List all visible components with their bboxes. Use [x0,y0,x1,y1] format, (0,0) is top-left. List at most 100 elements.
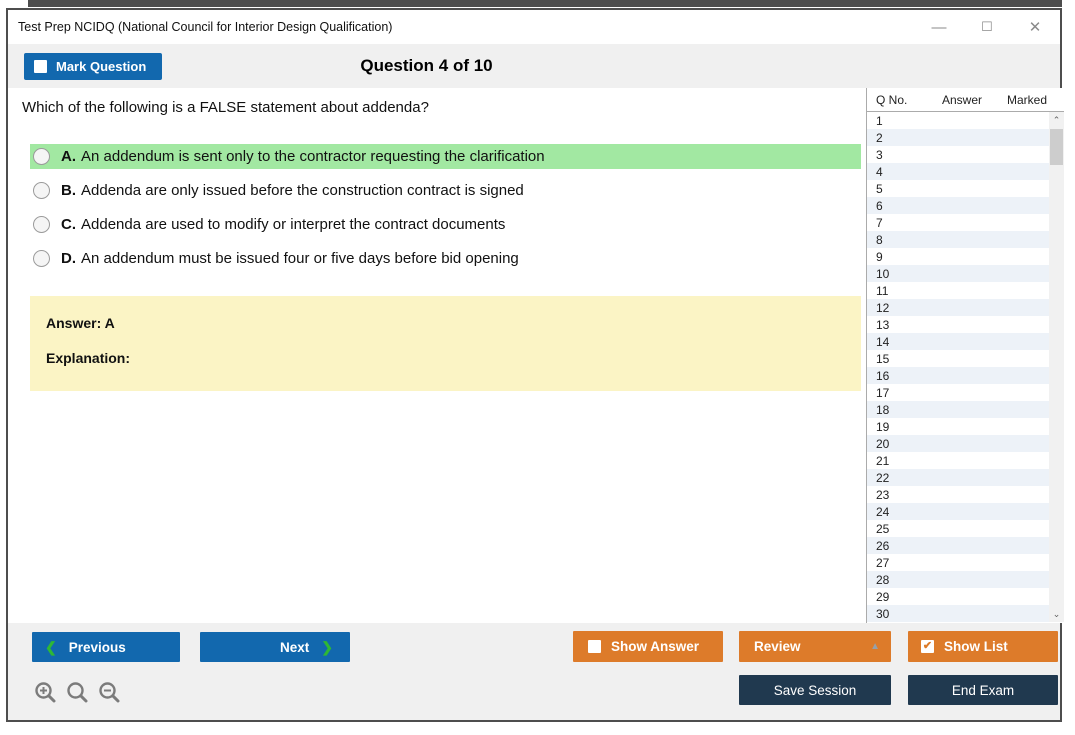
option-row-c[interactable]: C. Addenda are used to modify or interpre… [30,212,861,237]
option-letter: A. [61,148,76,165]
question-list-row[interactable]: 9 [867,248,1049,265]
question-list-row[interactable]: 17 [867,384,1049,401]
scroll-down-icon[interactable]: ⌄ [1049,606,1064,622]
question-list-row[interactable]: 25 [867,520,1049,537]
previous-button[interactable]: ❮ Previous [32,632,180,662]
close-icon[interactable]: ✕ [1024,16,1046,38]
save-session-label: Save Session [773,682,857,698]
question-list-row[interactable]: 16 [867,367,1049,384]
question-list-row[interactable]: 13 [867,316,1049,333]
row-q-number: 16 [876,368,890,383]
scroll-up-icon[interactable]: ⌃ [1049,112,1064,128]
question-pane: Which of the following is a FALSE statem… [8,88,866,623]
row-q-number: 19 [876,419,890,434]
question-list-row[interactable]: 14 [867,333,1049,350]
title-bar: Test Prep NCIDQ (National Council for In… [8,10,1060,44]
row-q-number: 25 [876,521,890,536]
question-text: Which of the following is a FALSE statem… [22,99,429,116]
question-list-row[interactable]: 21 [867,452,1049,469]
question-list-row[interactable]: 19 [867,418,1049,435]
row-q-number: 26 [876,538,890,553]
option-letter: C. [61,216,76,233]
maximize-icon[interactable]: ☐ [976,16,998,38]
question-list-header: Q No. Answer Marked [867,88,1064,112]
question-list-row[interactable]: 29 [867,588,1049,605]
row-q-number: 24 [876,504,890,519]
radio-icon[interactable] [33,216,50,233]
option-row-d[interactable]: D. An addendum must be issued four or fiv… [30,246,861,271]
option-text: Addenda are used to modify or interpret … [81,216,506,233]
show-answer-label: Show Answer [611,639,700,654]
header-bar: Mark Question Question 4 of 10 [8,44,1060,88]
option-letter: B. [61,182,76,199]
question-list-row[interactable]: 12 [867,299,1049,316]
question-list-row[interactable]: 15 [867,350,1049,367]
question-list-row[interactable]: 28 [867,571,1049,588]
question-list-row[interactable]: 6 [867,197,1049,214]
chevron-left-icon: ❮ [45,638,57,655]
row-q-number: 22 [876,470,890,485]
row-q-number: 27 [876,555,890,570]
question-list-row[interactable]: 22 [867,469,1049,486]
question-list-row[interactable]: 3 [867,146,1049,163]
row-q-number: 5 [876,181,883,196]
option-text: Addenda are only issued before the const… [81,182,524,199]
row-q-number: 15 [876,351,890,366]
radio-icon[interactable] [33,250,50,267]
show-list-label: Show List [944,639,1008,654]
zoom-out-icon[interactable] [98,681,121,704]
question-list-row[interactable]: 23 [867,486,1049,503]
show-answer-button[interactable]: Show Answer [573,631,723,662]
option-text: An addendum must be issued four or five … [81,250,519,267]
row-q-number: 4 [876,164,883,179]
question-list-row[interactable]: 2 [867,129,1049,146]
previous-label: Previous [68,639,126,655]
show-list-checkbox[interactable]: ✔ [921,640,934,653]
question-list-row[interactable]: 26 [867,537,1049,554]
row-q-number: 6 [876,198,883,213]
radio-icon[interactable] [33,148,50,165]
options-list: A. An addendum is sent only to the contra… [8,144,866,271]
window-controls: — ☐ ✕ [928,10,1046,44]
scroll-thumb[interactable] [1050,129,1063,165]
main-area: Which of the following is a FALSE statem… [8,88,1064,623]
question-list-row[interactable]: 18 [867,401,1049,418]
question-list-row[interactable]: 5 [867,180,1049,197]
row-q-number: 9 [876,249,883,264]
question-list-row[interactable]: 10 [867,265,1049,282]
column-q-no: Q No. [876,92,908,107]
row-q-number: 11 [876,283,889,298]
question-list-row[interactable]: 8 [867,231,1049,248]
question-list-row[interactable]: 1 [867,112,1049,129]
row-q-number: 7 [876,215,883,230]
save-session-button[interactable]: Save Session [739,675,891,705]
zoom-reset-icon[interactable] [66,681,89,704]
option-row-b[interactable]: B. Addenda are only issued before the con… [30,178,861,203]
end-exam-button[interactable]: End Exam [908,675,1058,705]
zoom-in-icon[interactable] [34,681,57,704]
radio-icon[interactable] [33,182,50,199]
row-q-number: 12 [876,300,890,315]
row-q-number: 28 [876,572,890,587]
question-list-panel: Q No. Answer Marked 1 2 3 4 5 6 7 8 9 10 11 12 13 14 1… [866,88,1064,623]
question-list-row[interactable]: 20 [867,435,1049,452]
review-button[interactable]: Review ▲ [739,631,891,662]
question-list-row[interactable]: 7 [867,214,1049,231]
question-list-row[interactable]: 24 [867,503,1049,520]
option-row-a[interactable]: A. An addendum is sent only to the contra… [30,144,861,169]
window-title: Test Prep NCIDQ (National Council for In… [18,20,393,34]
question-list-row[interactable]: 11 [867,282,1049,299]
show-list-button[interactable]: ✔ Show List [908,631,1058,662]
scrollbar[interactable]: ⌃ ⌄ [1049,112,1064,622]
footer-bar: ❮ Previous Next ❯ Show Answer Review ▲ ✔… [8,623,1060,720]
question-list-row[interactable]: 30 [867,605,1049,622]
row-q-number: 17 [876,385,890,400]
column-marked: Marked [1006,92,1047,107]
question-list-body: 1 2 3 4 5 6 7 8 9 10 11 12 13 14 15 16 17 18 19 20 21 22 23 24 2… [867,112,1064,622]
show-answer-checkbox[interactable] [588,640,601,653]
question-list-row[interactable]: 4 [867,163,1049,180]
row-q-number: 20 [876,436,890,451]
question-list-row[interactable]: 27 [867,554,1049,571]
minimize-icon[interactable]: — [928,16,950,38]
next-button[interactable]: Next ❯ [200,632,350,662]
